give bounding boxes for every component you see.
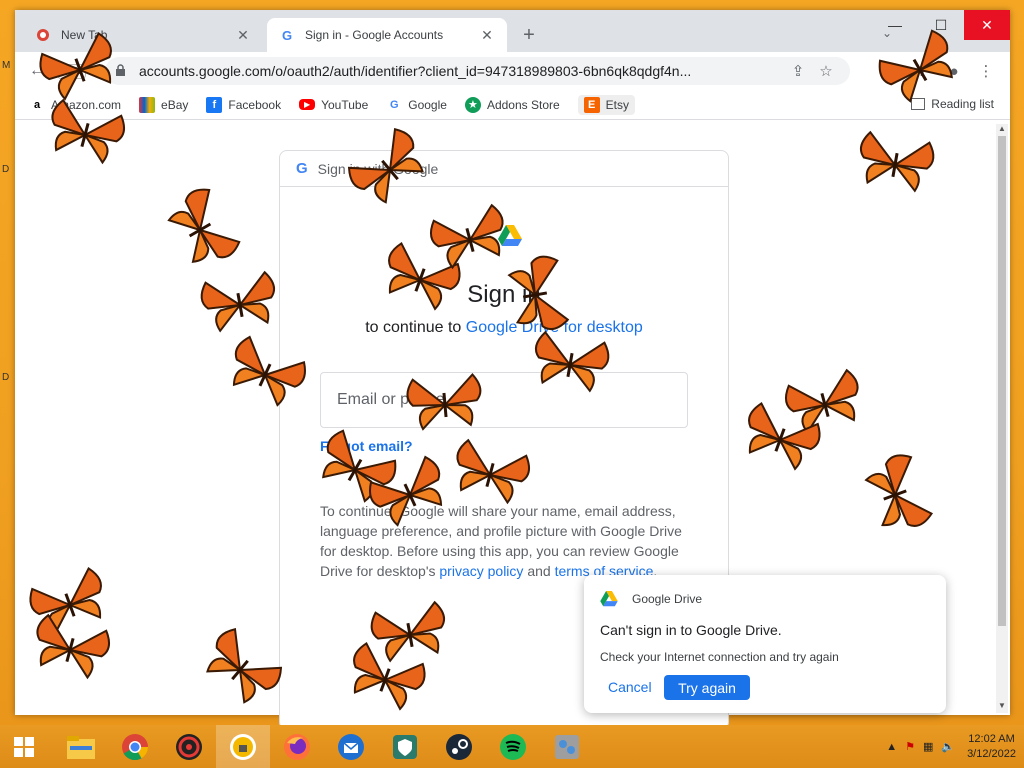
bookmark-label: Facebook <box>228 97 282 112</box>
toast-title: Can't sign in to Google Drive. <box>600 622 782 638</box>
reading-list-button[interactable]: Reading list <box>911 97 994 111</box>
tab-strip: New Tab ✕ G Sign in - Google Accounts ✕ … <box>15 10 1010 52</box>
clock-date: 3/12/2022 <box>967 747 1016 760</box>
bookmark-youtube[interactable]: ▶ YouTube <box>299 98 368 112</box>
privacy-and: and <box>527 563 551 579</box>
privacy-policy-link[interactable]: privacy policy <box>439 563 523 579</box>
extension-shield-icon[interactable] <box>876 57 904 85</box>
continue-to-text: to continue to Google Drive for desktop <box>280 319 728 337</box>
show-hidden-icons-icon[interactable]: ▲ <box>886 741 897 753</box>
minimize-button[interactable]: — <box>872 10 918 40</box>
continue-prefix: to continue to <box>365 319 462 336</box>
share-icon[interactable]: ⇪ <box>784 62 812 80</box>
flag-icon[interactable]: ⚑ <box>905 740 915 753</box>
desktop-edge-mark: D <box>2 164 10 175</box>
windows-start-icon[interactable] <box>0 725 48 768</box>
desktop-edge-mark: M <box>2 60 11 71</box>
drive-error-notification: Google Drive Can't sign in to Google Dri… <box>584 575 946 713</box>
new-tab-button[interactable]: + <box>517 24 541 47</box>
email-input[interactable]: Email or phone <box>320 372 688 428</box>
google-g-icon: G <box>281 27 293 43</box>
browser-toolbar: ← VPN accounts.google.com/o/oauth2/auth/… <box>15 52 1010 90</box>
ebay-icon <box>139 96 156 113</box>
vpn-badge[interactable]: VPN <box>57 63 86 79</box>
volume-muted-icon[interactable]: 🔈 <box>941 740 955 753</box>
signin-title: Sign in <box>467 281 541 308</box>
addons-store-icon: ★ <box>464 96 481 113</box>
back-icon[interactable]: ← <box>23 57 51 85</box>
desktop-edge-mark: D <box>2 372 10 383</box>
google-drive-logo-icon <box>498 225 522 246</box>
extensions-puzzle-icon[interactable]: ✚ <box>908 57 936 85</box>
clock-time: 12:02 AM <box>968 732 1015 745</box>
toast-header: Google Drive <box>600 591 702 607</box>
bookmark-facebook[interactable]: f Facebook <box>206 96 282 113</box>
scrollbar-thumb[interactable] <box>998 136 1006 626</box>
chrome-icon[interactable] <box>108 725 162 768</box>
bookmark-etsy[interactable]: E Etsy <box>577 94 636 115</box>
bookmark-google[interactable]: G Google <box>386 97 447 113</box>
vpn-lock-icon[interactable] <box>216 725 270 768</box>
address-bar[interactable]: accounts.google.com/o/oauth2/auth/identi… <box>105 57 850 85</box>
tab-close-icon[interactable]: ✕ <box>235 27 251 44</box>
spotify-icon[interactable] <box>486 725 540 768</box>
scroll-down-icon[interactable]: ▼ <box>996 701 1008 713</box>
url-text[interactable]: accounts.google.com/o/oauth2/auth/identi… <box>139 63 784 79</box>
bookmark-amazon[interactable]: a Amazon.com <box>29 97 121 113</box>
amazon-icon: a <box>33 98 41 111</box>
signin-card-header: G Sign in with Google <box>280 151 728 187</box>
email-placeholder: Email or phone <box>337 391 445 408</box>
tab-new-tab[interactable]: New Tab ✕ <box>23 18 263 52</box>
chrome-newtab-icon <box>35 27 51 43</box>
proton-vpn-icon[interactable] <box>378 725 432 768</box>
taskbar: ▲ ⚑ ▦ 🔈 12:02 AM 3/12/2022 <box>0 725 1024 768</box>
google-icon: G <box>389 98 399 111</box>
google-g-icon: G <box>296 160 308 177</box>
facebook-icon: f <box>206 96 223 113</box>
system-tray: ▲ ⚑ ▦ 🔈 12:02 AM 3/12/2022 <box>886 725 1016 768</box>
thunderbird-icon[interactable] <box>324 725 378 768</box>
toast-app-name: Google Drive <box>632 592 703 606</box>
firefox-icon[interactable] <box>270 725 324 768</box>
bookmark-label: Etsy <box>605 97 630 112</box>
reading-list-icon <box>911 98 926 110</box>
bookmark-label: eBay <box>161 97 189 112</box>
bookmark-label: Google <box>408 97 447 112</box>
bookmark-star-icon[interactable]: ☆ <box>812 62 840 80</box>
lock-icon[interactable] <box>115 64 129 78</box>
forgot-email-link[interactable]: Forgot email? <box>320 438 413 454</box>
red-app-icon[interactable] <box>162 725 216 768</box>
privacy-notice: To continue, Google will share your name… <box>320 501 690 581</box>
profile-icon[interactable]: ● <box>940 57 968 85</box>
network-icon[interactable]: ▦ <box>923 740 933 753</box>
maximize-button[interactable]: ☐ <box>918 10 964 40</box>
try-again-button[interactable]: Try again <box>664 675 750 700</box>
tab-close-icon[interactable]: ✕ <box>479 27 495 44</box>
tab-title: New Tab <box>61 28 108 42</box>
bookmark-label: Amazon.com <box>51 97 122 112</box>
clock[interactable]: 12:02 AM 3/12/2022 <box>967 732 1016 762</box>
bookmark-label: YouTube <box>321 97 369 112</box>
tab-google-signin[interactable]: G Sign in - Google Accounts ✕ <box>267 18 507 52</box>
signin-header-text: Sign in with Google <box>317 160 439 177</box>
vertical-scrollbar[interactable]: ▲ ▼ <box>996 124 1008 713</box>
google-drive-icon <box>600 591 618 607</box>
bookmark-addons-store[interactable]: ★ Addons Store <box>464 96 560 113</box>
tab-title: Sign in - Google Accounts <box>305 28 444 42</box>
bookmark-label: Addons Store <box>486 97 560 112</box>
etsy-icon: E <box>583 96 600 113</box>
bookmarks-bar: a Amazon.com eBay f Facebook ▶ YouTube G… <box>15 90 1010 120</box>
steam-icon[interactable] <box>432 725 486 768</box>
bookmark-ebay[interactable]: eBay <box>139 96 189 113</box>
file-explorer-icon[interactable] <box>54 725 108 768</box>
menu-kebab-icon[interactable]: ⋮ <box>972 57 1000 85</box>
youtube-icon: ▶ <box>299 99 316 110</box>
reading-list-label: Reading list <box>931 97 994 111</box>
app-name-link[interactable]: Google Drive for desktop <box>466 319 643 336</box>
network-app-icon[interactable] <box>540 725 594 768</box>
close-window-button[interactable]: ✕ <box>964 10 1010 40</box>
cancel-button[interactable]: Cancel <box>608 679 652 695</box>
toast-message: Check your Internet connection and try a… <box>600 650 839 664</box>
scroll-up-icon[interactable]: ▲ <box>996 124 1008 136</box>
